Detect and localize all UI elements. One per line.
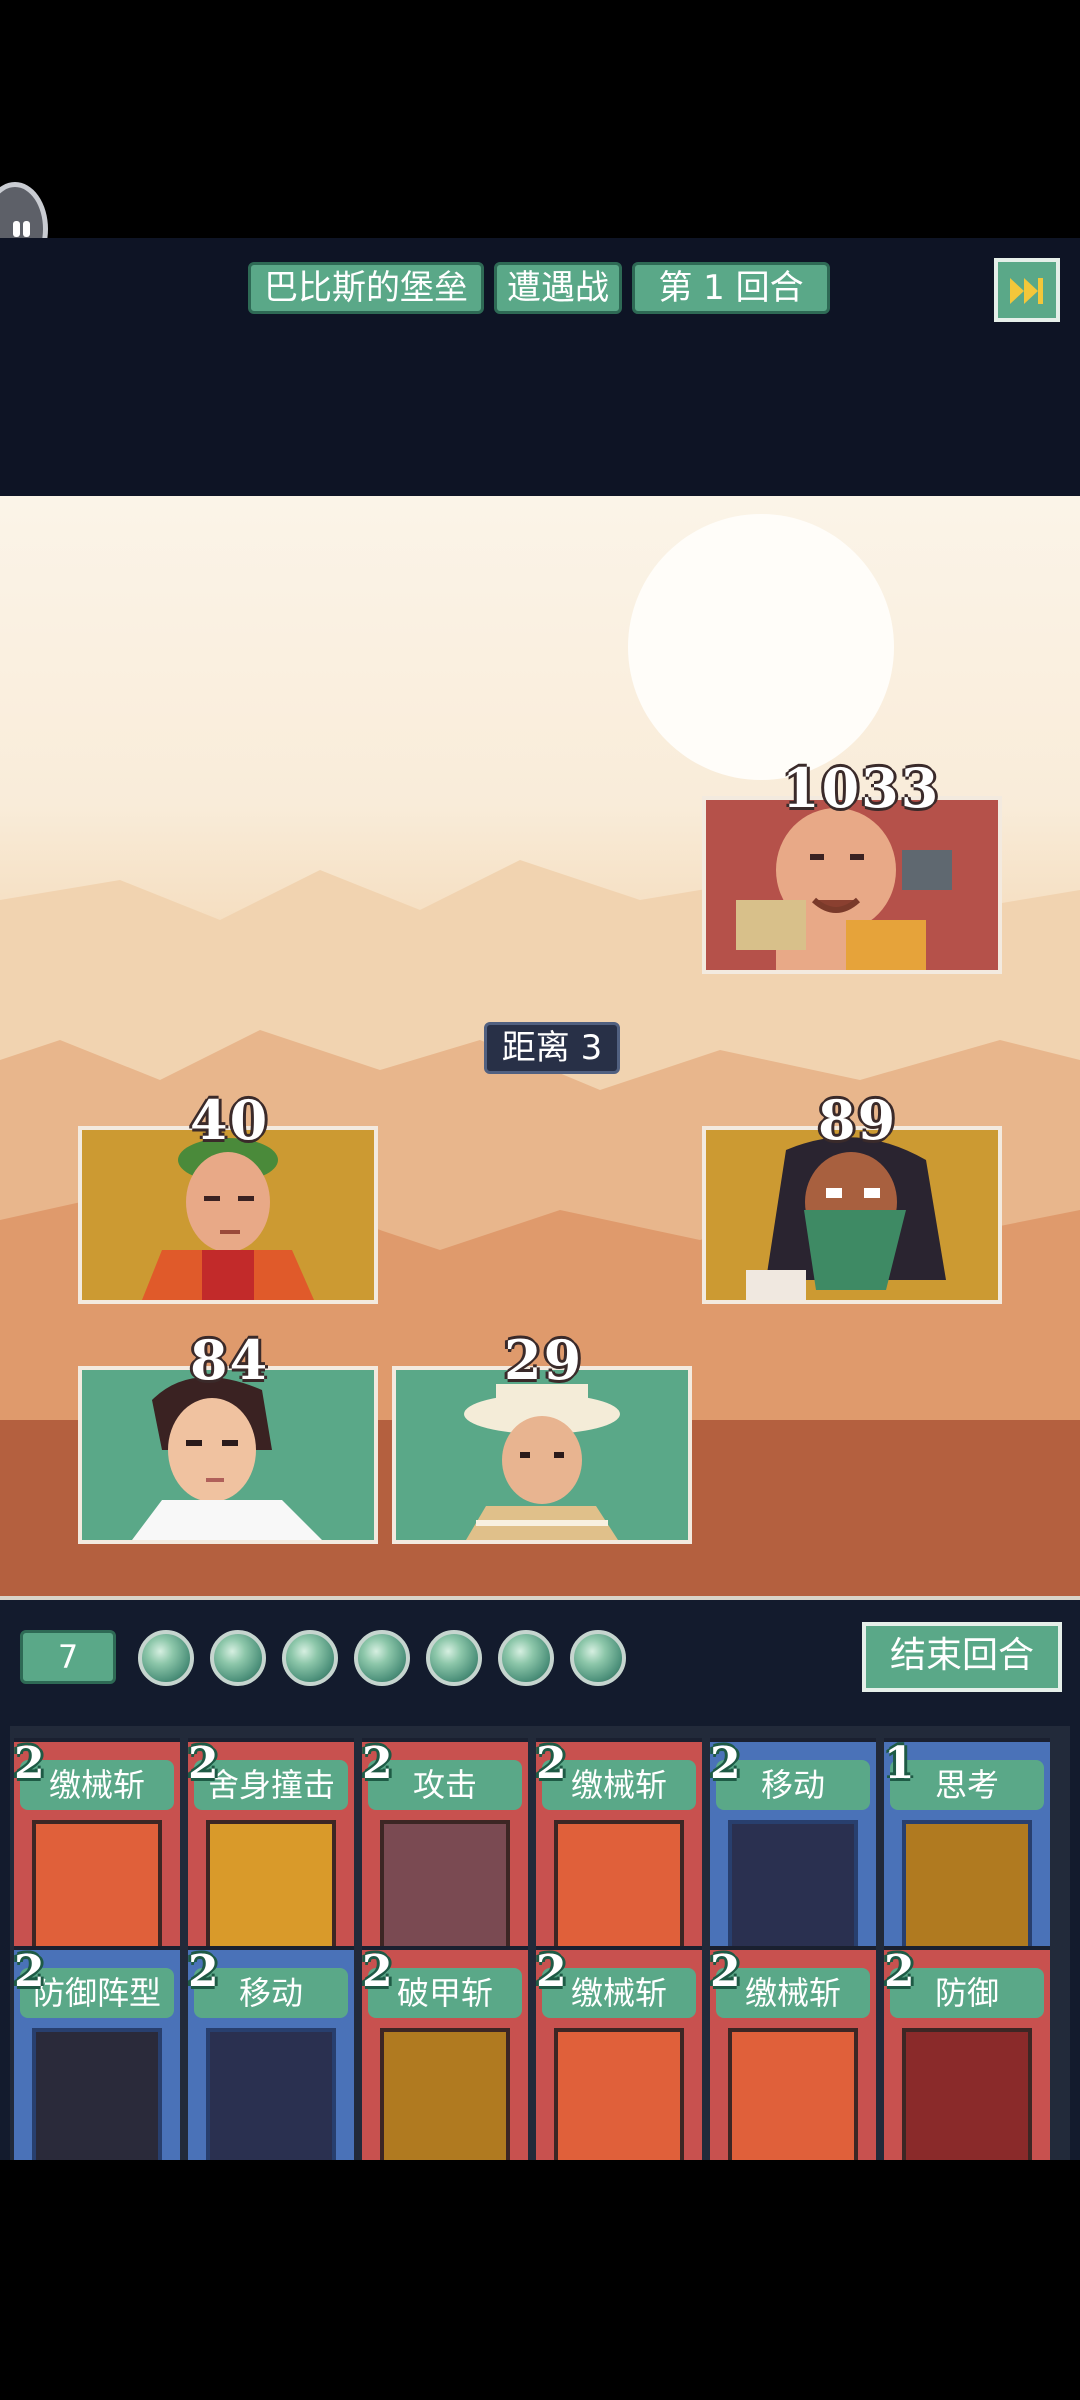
card-disarm-slash[interactable]: 缴械斩 2 (536, 1738, 702, 1968)
ally-hat-portrait[interactable] (392, 1366, 692, 1544)
card-cost: 2 (710, 1946, 741, 1997)
bald-warrior-avatar (736, 808, 952, 970)
card-disarm-slash[interactable]: 缴械斩 2 (536, 1946, 702, 2176)
card-cost: 2 (188, 1946, 219, 1997)
armor-icon (32, 2028, 162, 2176)
card-cost: 2 (14, 1738, 45, 1789)
bucket-hat-ally-avatar (464, 1384, 620, 1540)
ally-hero-portrait[interactable] (78, 1366, 378, 1544)
card-cost: 2 (536, 1738, 567, 1789)
card-move[interactable]: 移动 2 (710, 1738, 876, 1968)
card-cost: 2 (536, 1946, 567, 1997)
turn-counter: 第 1 回合 (632, 262, 830, 314)
card-cost: 1 (884, 1738, 915, 1789)
shield-icon (902, 2028, 1032, 2176)
energy-orb (426, 1630, 482, 1686)
enemy-masked-portrait[interactable] (702, 1126, 1002, 1304)
card-reckless-charge[interactable]: 舍身撞击 2 (188, 1738, 354, 1968)
sword-slash-icon (554, 2028, 684, 2176)
card-think[interactable]: 思考 1 (884, 1738, 1050, 1968)
masked-bandit-avatar (746, 1137, 946, 1300)
location-tag: 巴比斯的堡垒 (248, 262, 484, 314)
navigation-bar-area (0, 2160, 1080, 2400)
ally-green-hair-hp: 40 (190, 1088, 270, 1152)
fast-forward-button[interactable] (994, 258, 1060, 322)
enemy-boss-portrait[interactable] (702, 796, 1002, 974)
card-attack[interactable]: 攻击 2 (362, 1738, 528, 1968)
card-cost: 2 (362, 1946, 393, 1997)
energy-orb (282, 1630, 338, 1686)
green-hair-ally-avatar (142, 1138, 314, 1300)
distance-indicator: 距离 3 (484, 1022, 620, 1074)
hero-ally-avatar (132, 1377, 322, 1540)
card-defense-formation[interactable]: 防御阵型 2 (14, 1946, 180, 2176)
card-move[interactable]: 移动 2 (188, 1946, 354, 2176)
card-cost: 2 (362, 1738, 393, 1789)
energy-orb (210, 1630, 266, 1686)
card-disarm-slash[interactable]: 缴械斩 2 (710, 1946, 876, 2176)
end-turn-button[interactable]: 结束回合 (862, 1622, 1062, 1692)
card-armor-break[interactable]: 破甲斩 2 (362, 1946, 528, 2176)
energy-counter: 7 (20, 1630, 116, 1684)
sun-decoration (628, 514, 894, 780)
battle-type-tag: 遭遇战 (494, 262, 622, 314)
energy-orb (138, 1630, 194, 1686)
energy-orb (498, 1630, 554, 1686)
sword-slash-icon (728, 2028, 858, 2176)
card-cost: 2 (884, 1946, 915, 1997)
ally-hero-hp: 84 (190, 1328, 270, 1392)
fast-forward-icon (1010, 278, 1043, 304)
energy-orb (354, 1630, 410, 1686)
enemy-masked-hp: 89 (818, 1088, 898, 1152)
status-bar-area (0, 0, 1080, 238)
card-cost: 2 (14, 1946, 45, 1997)
enemy-boss-hp: 1033 (782, 756, 941, 820)
card-cost: 2 (710, 1738, 741, 1789)
card-defend[interactable]: 防御 2 (884, 1946, 1050, 2176)
ally-green-hair-portrait[interactable] (78, 1126, 378, 1304)
broken-shield-icon (380, 2028, 510, 2176)
card-cost: 2 (188, 1738, 219, 1789)
energy-orb (570, 1630, 626, 1686)
ally-hat-hp: 29 (504, 1328, 584, 1392)
winged-boot-icon (206, 2028, 336, 2176)
card-disarm-slash[interactable]: 缴械斩 2 (14, 1738, 180, 1968)
